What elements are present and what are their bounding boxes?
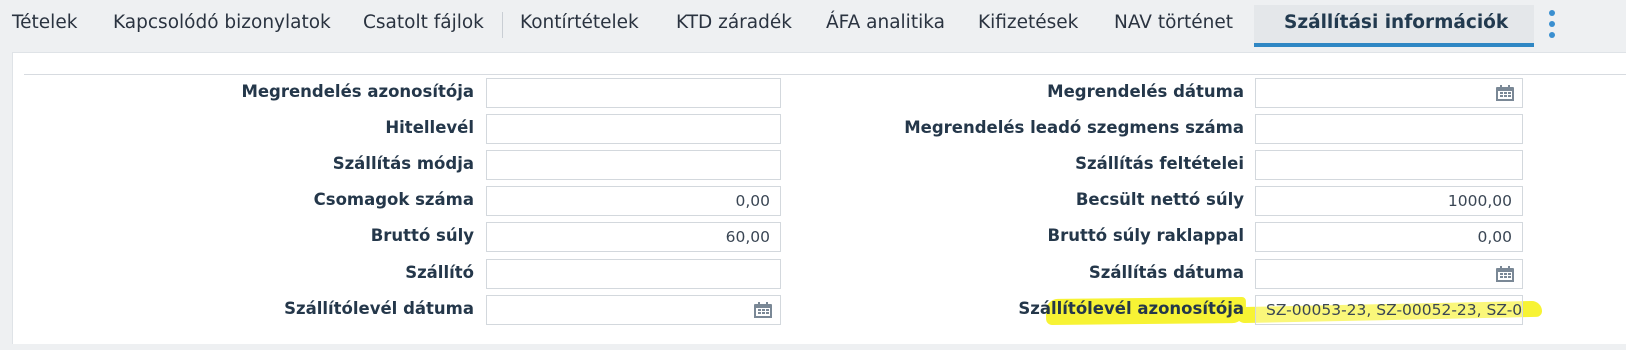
gross-weight-label: Bruttó súly [370,226,474,245]
letter-of-credit-label: Hitellevél [385,118,474,137]
shipping-date-label: Szállítás dátuma [1088,263,1244,282]
estimated-net-weight-label: Becsült nettó súly [1075,190,1244,209]
tab-nav-tortenet[interactable]: NAV történet [1114,12,1233,33]
calendar-icon[interactable] [1496,266,1514,282]
estimated-net-weight-input[interactable]: 1000,00 [1255,186,1523,216]
package-count-label: Csomagok száma [313,190,474,209]
tab-kifizetesek[interactable]: Kifizetések [978,12,1078,33]
package-count-input[interactable]: 0,00 [486,186,781,216]
carrier-label: Szállító [405,263,474,282]
shipping-terms-label: Szállítás feltételei [1075,154,1244,173]
tab-kapcsolodo-bizonylatok[interactable]: Kapcsolódó bizonylatok [113,12,331,33]
kebab-vertical-icon[interactable] [1545,8,1559,40]
order-segment-input[interactable] [1255,114,1523,144]
gross-weight-pallet-label: Bruttó súly raklappal [1047,226,1245,245]
tab-bar: Tételek Kapcsolódó bizonylatok Csatolt f… [0,0,1626,48]
tab-szallitasi-informaciok[interactable]: Szállítási információk [1284,12,1508,33]
delivery-note-date-label: Szállítólevél dátuma [284,299,474,318]
gross-weight-pallet-input[interactable]: 0,00 [1255,222,1523,252]
shipping-terms-input[interactable] [1255,150,1523,180]
shipping-date-input[interactable] [1255,259,1523,289]
carrier-input[interactable] [486,259,781,289]
order-date-label: Megrendelés dátuma [1047,82,1244,101]
tab-tetelek[interactable]: Tételek [12,12,77,33]
tab-ktd-zaradek[interactable]: KTD záradék [676,12,792,33]
order-id-label: Megrendelés azonosítója [241,82,474,101]
delivery-note-id-label: Szállítólevél azonosítója [1018,299,1244,318]
tab-separator [502,12,503,38]
calendar-icon[interactable] [1496,85,1514,101]
shipping-method-label: Szállítás módja [332,154,474,173]
panel-divider [24,74,1626,75]
delivery-note-date-input[interactable] [486,295,781,325]
tab-csatolt-fajlok[interactable]: Csatolt fájlok [363,12,484,33]
gross-weight-input[interactable]: 60,00 [486,222,781,252]
tab-afa-analitika[interactable]: ÁFA analitika [826,12,945,33]
delivery-note-id-input[interactable]: SZ-00053-23, SZ-00052-23, SZ-00 [1255,295,1523,325]
shipping-method-input[interactable] [486,150,781,180]
calendar-icon[interactable] [754,302,772,318]
tab-kontirtetelek[interactable]: Kontírtételek [520,12,639,33]
letter-of-credit-input[interactable] [486,114,781,144]
order-segment-label: Megrendelés leadó szegmens száma [904,118,1244,137]
order-id-input[interactable] [486,78,781,108]
order-date-input[interactable] [1255,78,1523,108]
active-tab-indicator [1254,43,1534,47]
